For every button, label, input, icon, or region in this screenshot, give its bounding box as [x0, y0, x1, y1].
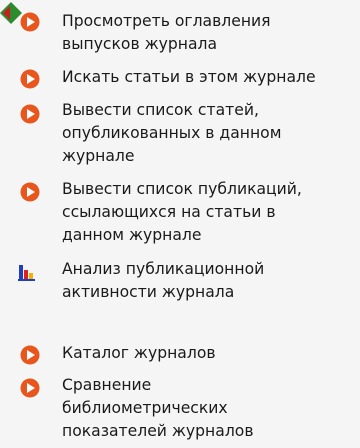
menu-item-label-line[interactable]: ссылающихся на статьи в	[62, 201, 358, 224]
menu-item-label-line[interactable]: Просмотреть оглавления	[62, 10, 358, 33]
menu-item-label-line[interactable]: данном журнале	[62, 224, 358, 247]
menu-item-label[interactable]: Вывести список публикаций, ссылающихся н…	[62, 178, 358, 247]
orange-play-bullet-icon	[20, 378, 40, 398]
orange-play-bullet-icon	[20, 104, 40, 124]
menu-item-label-line[interactable]: Вывести список публикаций,	[62, 178, 358, 201]
menu-item-search-articles[interactable]: Искать статьи в этом журнале	[0, 66, 360, 92]
menu-item-compare-bibliometric-indicators[interactable]: Сравнение библиометрических показателей …	[0, 374, 360, 446]
menu-item-publication-activity-analysis[interactable]: Анализ публикационной активности журнала	[0, 258, 360, 308]
orange-play-bullet-icon	[20, 182, 40, 202]
menu-item-label-line[interactable]: Каталог журналов	[62, 342, 358, 365]
menu-item-label-line[interactable]: выпусков журнала	[62, 33, 358, 56]
menu-item-view-issue-contents[interactable]: Просмотреть оглавления выпусков журнала	[0, 8, 360, 58]
menu-item-label-line[interactable]: показателей журналов	[62, 420, 358, 443]
menu-item-label-line[interactable]: Анализ публикационной	[62, 258, 358, 281]
orange-play-bullet-icon	[20, 69, 40, 89]
menu-item-list-citing-publications[interactable]: Вывести список публикаций, ссылающихся н…	[0, 178, 360, 250]
menu-item-label-line[interactable]: активности журнала	[62, 281, 358, 304]
menu-item-label[interactable]: Анализ публикационной активности журнала	[62, 258, 358, 304]
menu-item-label[interactable]: Каталог журналов	[62, 342, 358, 365]
orange-play-bullet-icon	[20, 12, 40, 32]
orange-play-bullet-icon	[20, 345, 40, 365]
menu-item-label[interactable]: Просмотреть оглавления выпусков журнала	[62, 10, 358, 56]
menu-item-label-line[interactable]: библиометрических	[62, 397, 358, 420]
menu-item-label-line[interactable]: Вывести список статей,	[62, 99, 358, 122]
journal-actions-menu: Просмотреть оглавления выпусков журнала …	[0, 0, 360, 448]
menu-item-label-line[interactable]: Искать статьи в этом журнале	[62, 66, 358, 89]
bar-chart-icon	[18, 265, 35, 281]
menu-item-label-line[interactable]: журнале	[62, 145, 358, 168]
menu-item-label-line[interactable]: опубликованных в данном	[62, 122, 358, 145]
menu-item-label[interactable]: Вывести список статей, опубликованных в …	[62, 99, 358, 168]
menu-item-label[interactable]: Искать статьи в этом журнале	[62, 66, 358, 89]
menu-item-label[interactable]: Сравнение библиометрических показателей …	[62, 374, 358, 443]
menu-item-journal-catalog[interactable]: Каталог журналов	[0, 342, 360, 368]
menu-item-label-line[interactable]: Сравнение	[62, 374, 358, 397]
menu-item-list-published-articles[interactable]: Вывести список статей, опубликованных в …	[0, 98, 360, 170]
